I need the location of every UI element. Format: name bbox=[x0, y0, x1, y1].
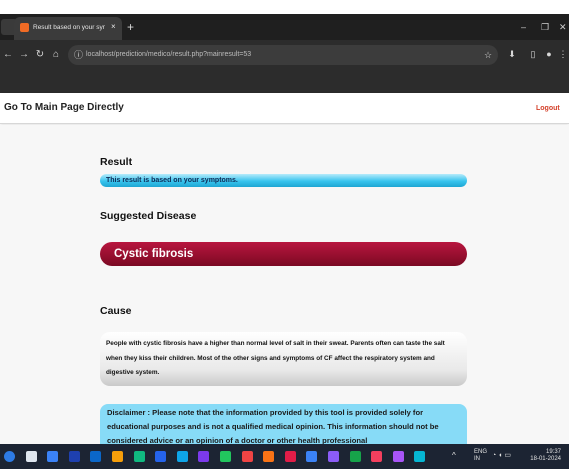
language-sub: IN bbox=[474, 456, 480, 462]
bookmarks-bar bbox=[0, 69, 569, 93]
tray-chevron-icon[interactable]: ^ bbox=[452, 449, 462, 463]
taskbar-app-icon[interactable] bbox=[220, 451, 231, 462]
downloads-icon[interactable]: ⬇ bbox=[506, 47, 518, 61]
restore-button[interactable]: ❐ bbox=[541, 20, 549, 34]
forward-icon[interactable]: → bbox=[18, 48, 30, 62]
language-code: ENG bbox=[474, 449, 488, 455]
logout-link[interactable]: Logout bbox=[536, 103, 560, 115]
taskbar-app-icon[interactable] bbox=[112, 451, 123, 462]
menu-icon[interactable]: ⋮ bbox=[557, 47, 569, 61]
taskbar-app-icon[interactable] bbox=[198, 451, 210, 462]
profile-icon[interactable]: ● bbox=[543, 47, 555, 61]
taskbar-app-icon[interactable] bbox=[241, 451, 253, 462]
taskbar-app-icon[interactable] bbox=[284, 451, 296, 462]
taskbar-app-icon[interactable] bbox=[176, 451, 188, 462]
reload-icon[interactable]: ↻ bbox=[34, 48, 46, 62]
close-window-button[interactable]: ✕ bbox=[559, 20, 569, 34]
language-indicator[interactable]: ENG IN bbox=[474, 449, 488, 463]
taskbar-app-icon[interactable] bbox=[371, 451, 383, 462]
page-favicon-icon bbox=[20, 23, 29, 32]
clock-date: 18-01-2024 bbox=[530, 456, 561, 462]
cause-heading: Cause bbox=[100, 305, 132, 317]
result-note: This result is based on your symptoms. bbox=[106, 177, 238, 184]
taskbar-app-icon[interactable] bbox=[68, 451, 80, 462]
tab-close-icon[interactable]: × bbox=[111, 21, 120, 33]
suggested-disease-heading: Suggested Disease bbox=[100, 210, 197, 222]
url-text[interactable]: localhost/prediction/medico/result.php?m… bbox=[86, 48, 386, 62]
network-volume-battery-icon[interactable]: ◔ ◖ ▭ bbox=[492, 449, 518, 463]
back-icon[interactable]: ← bbox=[2, 48, 14, 62]
home-icon[interactable]: ⌂ bbox=[50, 48, 62, 62]
taskbar-app-icon[interactable] bbox=[25, 451, 37, 462]
taskbar-app-icon[interactable] bbox=[306, 451, 318, 462]
result-content bbox=[0, 125, 569, 444]
clock-time: 19:37 bbox=[545, 449, 561, 455]
taskbar-app-icon[interactable] bbox=[47, 451, 59, 462]
disease-name: Cystic fibrosis bbox=[114, 248, 194, 260]
taskbar-app-icon[interactable] bbox=[133, 451, 145, 462]
star-icon[interactable]: ☆ bbox=[484, 48, 494, 62]
minimize-button[interactable]: – bbox=[521, 20, 526, 34]
disclaimer-text: Disclaimer : Please note that the inform… bbox=[107, 408, 439, 444]
taskbar-app-icon[interactable] bbox=[90, 451, 102, 462]
taskbar-app-icon[interactable] bbox=[4, 451, 15, 462]
browser-tab[interactable]: Result based on your symptom × bbox=[14, 17, 122, 40]
taskbar-app-icon[interactable] bbox=[155, 451, 167, 462]
tab-title: Result based on your symptom bbox=[33, 24, 105, 31]
cause-text: People with cystic fibrosis have a highe… bbox=[106, 340, 445, 376]
taskbar-app-icon[interactable] bbox=[263, 451, 275, 462]
taskbar-app-icon[interactable] bbox=[414, 451, 426, 462]
new-tab-button[interactable]: + bbox=[127, 20, 139, 34]
clock[interactable]: 19:37 18-01-2024 bbox=[529, 449, 561, 463]
taskbar-app-icon[interactable] bbox=[328, 451, 339, 462]
result-heading: Result bbox=[100, 156, 133, 168]
site-info-icon[interactable]: ⓘ bbox=[74, 48, 84, 62]
sidebar-icon[interactable]: ▯ bbox=[527, 47, 539, 61]
main-page-link[interactable]: Go To Main Page Directly bbox=[4, 101, 124, 115]
taskbar-app-icon[interactable] bbox=[349, 451, 361, 462]
taskbar-app-icon[interactable] bbox=[392, 451, 404, 462]
screen-top-strip bbox=[0, 0, 569, 14]
